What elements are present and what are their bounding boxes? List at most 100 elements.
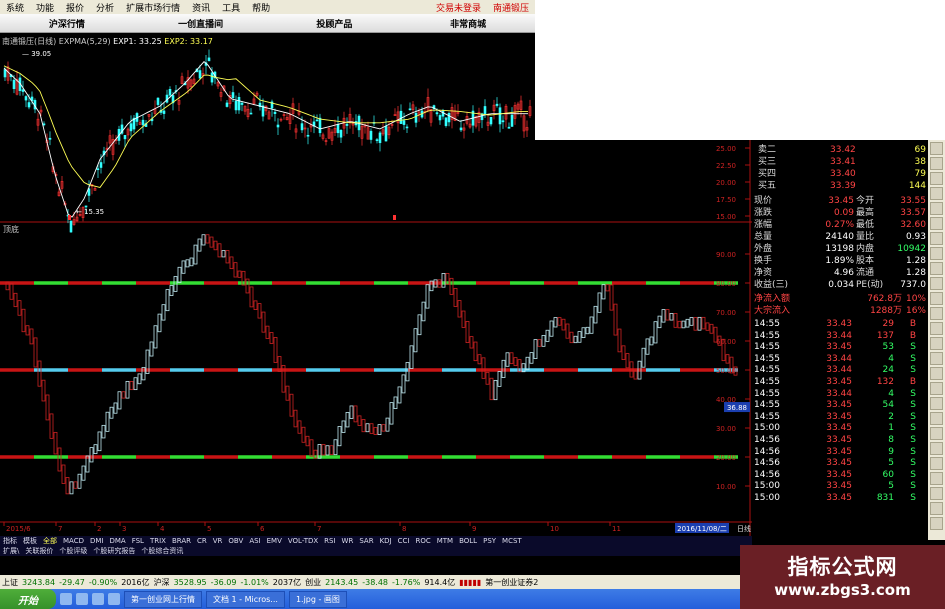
- indicator-tab[interactable]: TRIX: [147, 537, 169, 545]
- tool-icon[interactable]: [930, 262, 943, 275]
- menu-item[interactable]: 系统: [0, 1, 30, 14]
- menu-item[interactable]: 资讯: [186, 1, 216, 14]
- indicator-tab[interactable]: ASI: [246, 537, 263, 545]
- tick-volume: 132: [876, 377, 894, 387]
- indicator-tabs: 指标 模板 全部 MACD DMI DMA FSL TRIX BRAR CR VR OBV ASI EMV…: [0, 536, 752, 546]
- tool-icon[interactable]: [930, 277, 943, 290]
- menu-item[interactable]: 分析: [90, 1, 120, 14]
- indicator-tab[interactable]: MTM: [434, 537, 456, 545]
- tool-icon[interactable]: [930, 397, 943, 410]
- tool-icon[interactable]: [930, 502, 943, 515]
- taskbar-window-3[interactable]: 1.jpg - 画图: [288, 590, 347, 608]
- menu-item[interactable]: 帮助: [246, 1, 276, 14]
- indicator-tab[interactable]: FSL: [129, 537, 147, 545]
- sub-tab[interactable]: 个股综合资讯: [138, 546, 186, 556]
- indicator-tab[interactable]: SAR: [356, 537, 376, 545]
- indicator-tab[interactable]: VOL-TDX: [285, 537, 321, 545]
- tool-icon[interactable]: [930, 307, 943, 320]
- tool-icon[interactable]: [930, 292, 943, 305]
- indicator-tab[interactable]: MCST: [499, 537, 525, 545]
- indicator-tab[interactable]: VR: [210, 537, 226, 545]
- sub-tab[interactable]: 关联报价: [22, 546, 56, 556]
- tool-icon[interactable]: [930, 487, 943, 500]
- tool-icon[interactable]: [930, 142, 943, 155]
- quick-tab[interactable]: 非常商城: [401, 17, 535, 30]
- menu-item[interactable]: 工具: [216, 1, 246, 14]
- tick-time: 15:00: [754, 423, 780, 434]
- tool-icon[interactable]: [930, 457, 943, 470]
- stat-row: 总量 24140 量比 0.93: [752, 231, 928, 243]
- indicator-tab[interactable]: OBV: [225, 537, 246, 545]
- tool-icon[interactable]: [930, 172, 943, 185]
- indicator-bar: [109, 406, 114, 419]
- sub-tab[interactable]: 个股研究报告: [90, 546, 138, 556]
- menu-right-item[interactable]: 南通锻压: [487, 1, 535, 14]
- tool-icon[interactable]: [930, 247, 943, 260]
- tool-icon[interactable]: [930, 217, 943, 230]
- tool-icon[interactable]: [930, 517, 943, 530]
- quicklaunch-icon[interactable]: [60, 593, 72, 605]
- candle-body: [231, 92, 235, 99]
- quicklaunch-icon[interactable]: [92, 593, 104, 605]
- candle-body: [210, 72, 214, 83]
- tool-icon[interactable]: [930, 472, 943, 485]
- indicator-tab[interactable]: 模板: [20, 536, 40, 546]
- tool-icon[interactable]: [930, 442, 943, 455]
- indicator-tab[interactable]: 指标: [0, 536, 20, 546]
- indicator-bar: [661, 309, 666, 323]
- indicator-bar: [273, 337, 278, 363]
- order-volume: 79: [914, 169, 926, 179]
- tool-icon[interactable]: [930, 232, 943, 245]
- menu-item[interactable]: 功能: [30, 1, 60, 14]
- quick-tab[interactable]: 一创直播间: [134, 17, 268, 30]
- quicklaunch-icon[interactable]: [76, 593, 88, 605]
- tool-icon[interactable]: [930, 187, 943, 200]
- indicator-tab[interactable]: MACD: [60, 537, 87, 545]
- indicator-tab[interactable]: RSI: [321, 537, 338, 545]
- high-price-label: — 39.05: [22, 50, 51, 58]
- flow-value: 1288万: [870, 306, 902, 316]
- tool-icon[interactable]: [930, 157, 943, 170]
- quick-tab[interactable]: 投顾产品: [268, 17, 402, 30]
- tool-icon[interactable]: [930, 322, 943, 335]
- quick-tab[interactable]: 沪深行情: [0, 17, 134, 30]
- sub-tab[interactable]: 扩展\: [0, 546, 22, 556]
- indicator-tab[interactable]: BOLL: [456, 537, 480, 545]
- menu-item[interactable]: 报价: [60, 1, 90, 14]
- taskbar-window-1[interactable]: 第一创业网上行情: [124, 590, 202, 608]
- indicator-tab[interactable]: KDJ: [377, 537, 395, 545]
- indicator-bar: [417, 314, 422, 336]
- indicator-tab[interactable]: PSY: [480, 537, 499, 545]
- chart-area[interactable]: — 39.05 ← 15.35 25.00 22.50 20.00 17.50 15.00 顶…: [0, 32, 752, 536]
- menu-right-item[interactable]: 交易未登录: [430, 1, 487, 14]
- tool-icon[interactable]: [930, 382, 943, 395]
- indicator-tab[interactable]: ROC: [412, 537, 433, 545]
- menu-item[interactable]: 扩展市场行情: [120, 1, 186, 14]
- indicator-tab[interactable]: CCI: [395, 537, 413, 545]
- indicator-bar: [409, 345, 414, 369]
- indicator-bar: [493, 379, 498, 401]
- indicator-tab[interactable]: 全部: [40, 536, 60, 546]
- taskbar-window-2[interactable]: 文档 1 - Micros...: [206, 590, 285, 608]
- quicklaunch-icon[interactable]: [108, 593, 120, 605]
- start-button[interactable]: 开始: [0, 589, 56, 609]
- indicator-tab[interactable]: BRAR: [169, 537, 194, 545]
- tool-icon[interactable]: [930, 352, 943, 365]
- indicator-tab[interactable]: DMA: [106, 537, 128, 545]
- indicator-bar: [593, 305, 598, 324]
- indicator-tab[interactable]: EMV: [264, 537, 285, 545]
- indicator-tab[interactable]: DMI: [87, 537, 107, 545]
- tool-icon[interactable]: [930, 202, 943, 215]
- indicator-bar: [301, 426, 306, 443]
- order-volume: 144: [908, 181, 926, 191]
- indicator-tab[interactable]: WR: [339, 537, 357, 545]
- tool-icon[interactable]: [930, 337, 943, 350]
- tick-row: 15:00 33.45 5 S: [752, 480, 928, 492]
- sub-tab[interactable]: 个股评级: [56, 546, 90, 556]
- tool-icon[interactable]: [930, 427, 943, 440]
- tool-icon[interactable]: [930, 367, 943, 380]
- tool-icon[interactable]: [930, 412, 943, 425]
- taskbar: 开始 第一创业网上行情 文档 1 - Micros... 1.jpg - 画图: [0, 589, 740, 609]
- indicator-tab[interactable]: CR: [194, 537, 210, 545]
- tick-time: 14:56: [754, 435, 780, 445]
